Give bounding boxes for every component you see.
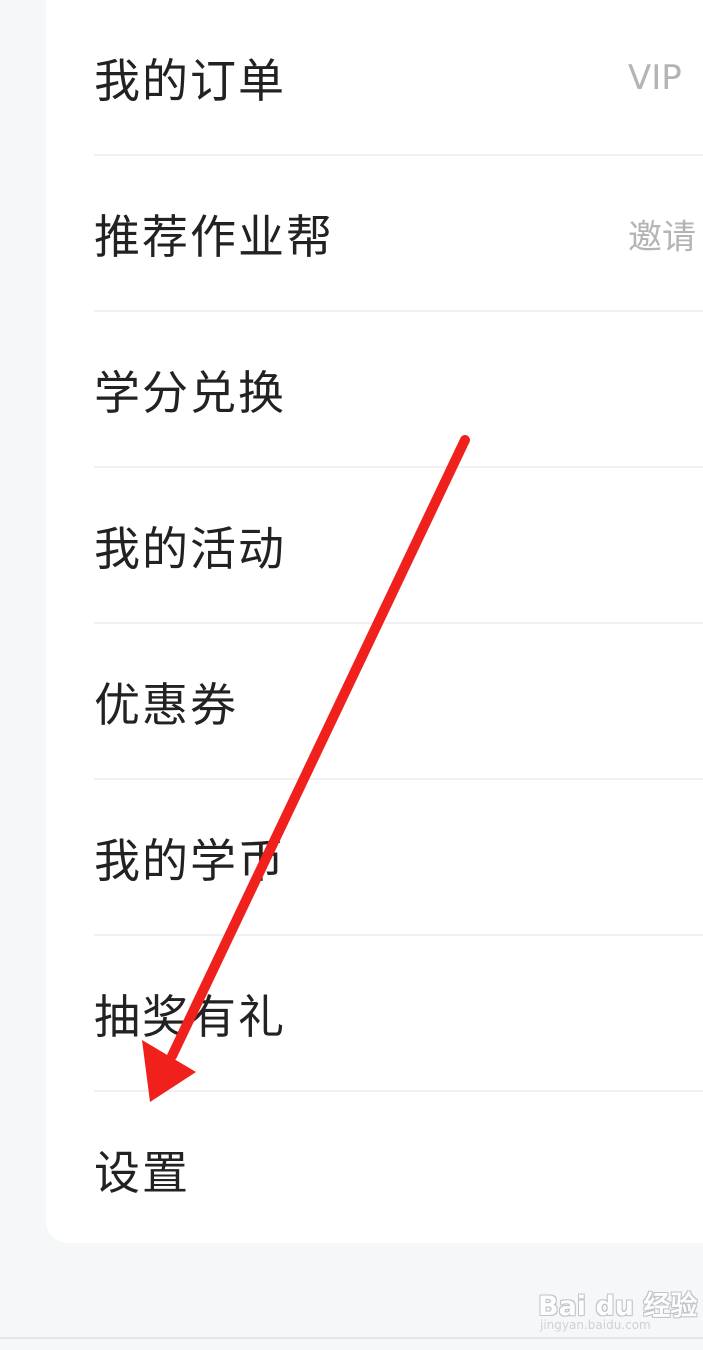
menu-item-my-coins[interactable]: 我的学币 xyxy=(94,780,703,936)
menu-item-coupons[interactable]: 优惠券 xyxy=(94,624,703,780)
menu-item-settings[interactable]: 设置 xyxy=(94,1092,703,1248)
menu-item-my-activities[interactable]: 我的活动 xyxy=(94,468,703,624)
menu-item-label: 我的订单 xyxy=(94,54,286,108)
menu-item-credit-exchange[interactable]: 学分兑换 xyxy=(94,312,703,468)
menu-item-recommend[interactable]: 推荐作业帮 邀请 xyxy=(94,156,703,312)
menu-item-label: 优惠券 xyxy=(94,678,238,732)
menu-card: 我的订单 VIP 推荐作业帮 邀请 学分兑换 我的活动 优惠券 我的学币 抽奖有… xyxy=(46,0,703,1243)
menu-item-lottery[interactable]: 抽奖有礼 xyxy=(94,936,703,1092)
menu-item-hint: VIP xyxy=(628,58,682,98)
menu-item-label: 我的学币 xyxy=(94,834,286,888)
watermark-url: jingyan.baidu.com xyxy=(540,1318,651,1332)
menu-item-label: 推荐作业帮 xyxy=(94,210,334,264)
menu-item-label: 抽奖有礼 xyxy=(94,990,286,1044)
menu-item-label: 学分兑换 xyxy=(94,366,286,420)
menu-item-label: 我的活动 xyxy=(94,522,286,576)
menu-item-label: 设置 xyxy=(94,1146,190,1200)
menu-item-hint: 邀请 xyxy=(628,217,696,258)
baidu-jingyan-watermark: Bai du 经验 jingyan.baidu.com xyxy=(538,1276,697,1338)
menu-item-my-orders[interactable]: 我的订单 VIP xyxy=(94,0,703,156)
